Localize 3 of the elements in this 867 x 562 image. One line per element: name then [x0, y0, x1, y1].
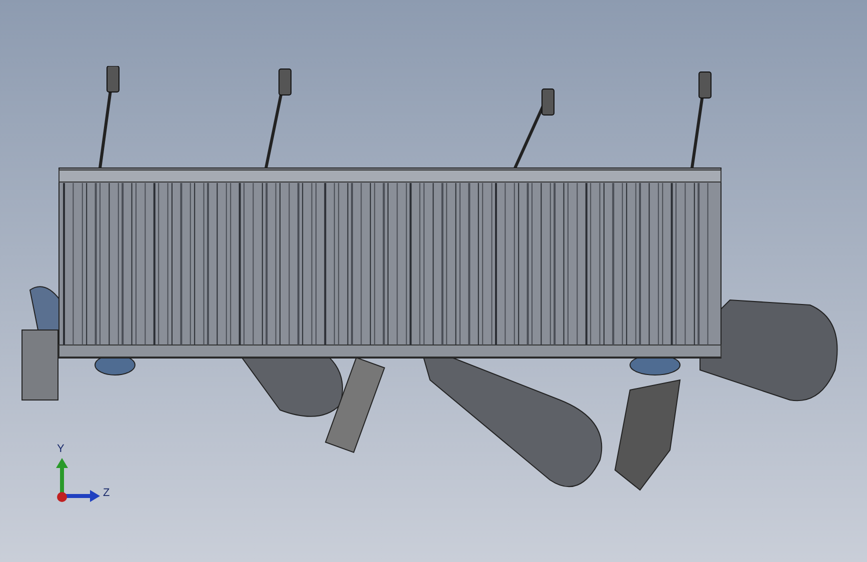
axis-triad-icon — [54, 458, 102, 504]
axis-label: Y — [57, 442, 64, 457]
axis-label: Z — [103, 486, 110, 501]
